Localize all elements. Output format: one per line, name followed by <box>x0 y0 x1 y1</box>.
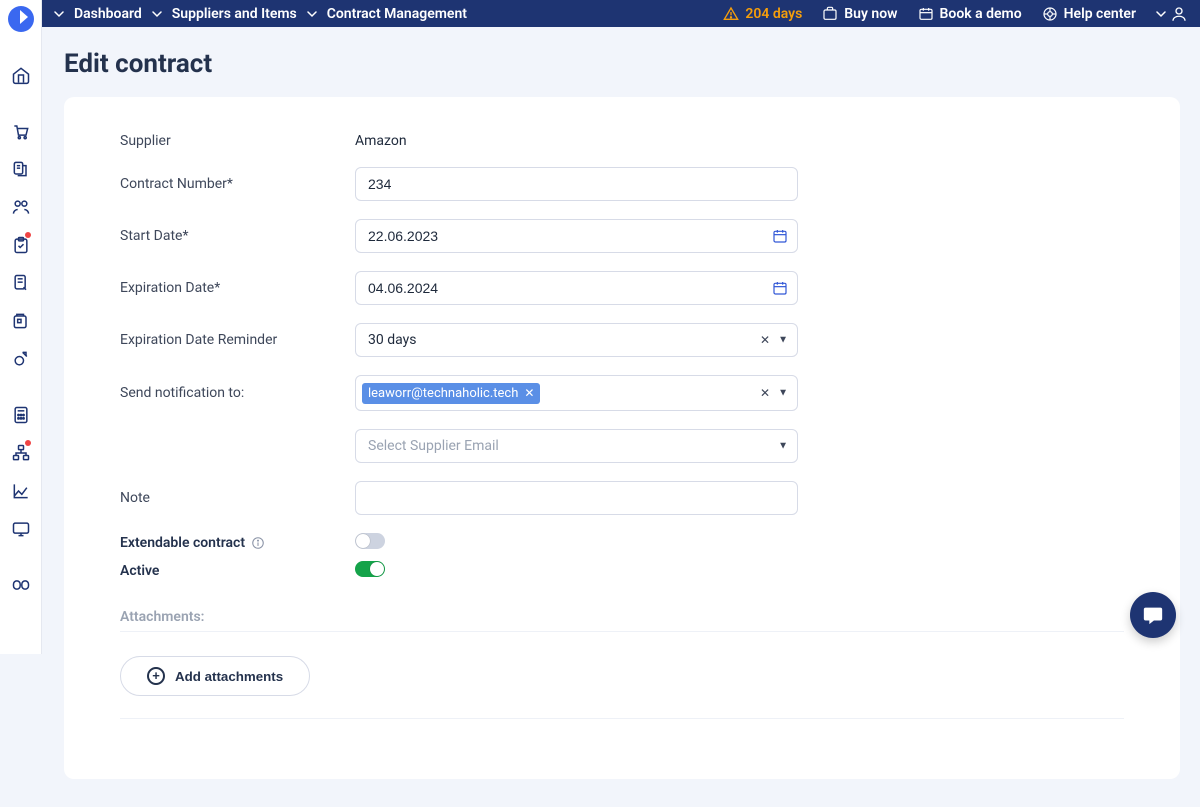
help-center-label: Help center <box>1064 6 1136 22</box>
add-attachments-button[interactable]: + Add attachments <box>120 656 310 696</box>
extendable-toggle[interactable] <box>355 533 385 549</box>
start-date-input[interactable] <box>355 219 798 253</box>
sidebar-home-icon[interactable] <box>1 56 41 94</box>
label-extendable: Extendable contract <box>120 535 355 551</box>
divider <box>120 718 1124 719</box>
chat-icon <box>1142 604 1164 626</box>
label-send-notification: Send notification to: <box>120 385 355 401</box>
recipient-chip: leaworr@technaholic.tech ✕ <box>362 383 540 404</box>
sidebar-cart-icon[interactable] <box>1 112 41 150</box>
chevron-down-icon[interactable] <box>152 9 162 19</box>
trial-days[interactable]: 204 days <box>723 6 802 22</box>
clear-icon[interactable]: ✕ <box>760 333 770 347</box>
buy-now-label: Buy now <box>844 6 897 22</box>
user-menu[interactable] <box>1156 5 1188 23</box>
recipient-chip-label: leaworr@technaholic.tech <box>368 386 518 401</box>
label-start-date: Start Date* <box>120 228 355 244</box>
breadcrumb-suppliers[interactable]: Suppliers and Items <box>172 6 297 22</box>
label-expiration-reminder: Expiration Date Reminder <box>120 332 355 348</box>
buy-now-link[interactable]: Buy now <box>822 6 897 22</box>
chevron-down-icon[interactable] <box>307 9 317 19</box>
calendar-icon[interactable] <box>772 280 788 296</box>
page: Edit contract Supplier Amazon Contract N… <box>42 0 1200 779</box>
help-center-link[interactable]: Help center <box>1042 6 1136 22</box>
breadcrumb: Dashboard Suppliers and Items Contract M… <box>54 6 723 22</box>
sidebar-integrations-icon[interactable] <box>1 566 41 604</box>
book-demo-label: Book a demo <box>940 6 1022 22</box>
chevron-down-icon[interactable]: ▼ <box>778 388 788 399</box>
divider <box>120 631 1124 632</box>
label-note: Note <box>120 490 355 506</box>
sidebar <box>0 0 42 654</box>
info-icon[interactable] <box>251 536 265 550</box>
chevron-down-icon[interactable]: ▼ <box>778 441 788 452</box>
topbar: Dashboard Suppliers and Items Contract M… <box>0 0 1200 27</box>
book-demo-link[interactable]: Book a demo <box>918 6 1022 22</box>
chevron-down-icon <box>1156 9 1166 19</box>
sidebar-suppliers-icon[interactable] <box>1 188 41 226</box>
sidebar-inventory-icon[interactable] <box>1 302 41 340</box>
sidebar-receipts-icon[interactable] <box>1 264 41 302</box>
supplier-email-select[interactable]: Select Supplier Email <box>355 429 798 463</box>
note-input[interactable] <box>355 481 798 515</box>
sidebar-calculator-icon[interactable] <box>1 396 41 434</box>
topbar-right: 204 days Buy now Book a demo Help center <box>723 5 1188 23</box>
label-supplier: Supplier <box>120 133 355 149</box>
sidebar-reports-icon[interactable] <box>1 472 41 510</box>
expiration-date-input[interactable] <box>355 271 798 305</box>
breadcrumb-contract-management[interactable]: Contract Management <box>327 6 467 22</box>
calendar-icon[interactable] <box>772 228 788 244</box>
edit-contract-card: Supplier Amazon Contract Number* Start D… <box>64 97 1180 779</box>
chevron-down-icon[interactable] <box>54 9 64 19</box>
chevron-down-icon[interactable]: ▼ <box>778 335 788 346</box>
app-logo[interactable] <box>8 6 34 32</box>
page-title: Edit contract <box>42 27 1200 89</box>
add-attachments-label: Add attachments <box>175 669 283 684</box>
active-toggle[interactable] <box>355 561 385 577</box>
label-expiration-date: Expiration Date* <box>120 280 355 296</box>
notification-recipients-select[interactable]: leaworr@technaholic.tech ✕ <box>355 375 798 411</box>
label-active: Active <box>120 563 355 579</box>
sidebar-budgets-icon[interactable] <box>1 340 41 378</box>
user-icon <box>1170 5 1188 23</box>
value-supplier: Amazon <box>355 133 798 149</box>
sidebar-org-icon[interactable] <box>1 434 41 472</box>
chat-fab[interactable] <box>1130 592 1176 638</box>
sidebar-invoice-icon[interactable] <box>1 150 41 188</box>
remove-chip-icon[interactable]: ✕ <box>524 386 534 400</box>
sidebar-monitor-icon[interactable] <box>1 510 41 548</box>
trial-days-label: 204 days <box>745 6 802 22</box>
breadcrumb-dashboard[interactable]: Dashboard <box>74 6 142 22</box>
sidebar-approvals-icon[interactable] <box>1 226 41 264</box>
clear-icon[interactable]: ✕ <box>760 386 770 400</box>
contract-number-input[interactable] <box>355 167 798 201</box>
plus-circle-icon: + <box>147 667 165 685</box>
label-contract-number: Contract Number* <box>120 176 355 192</box>
expiration-reminder-select[interactable]: 30 days <box>355 323 798 357</box>
attachments-heading: Attachments: <box>120 609 1124 625</box>
